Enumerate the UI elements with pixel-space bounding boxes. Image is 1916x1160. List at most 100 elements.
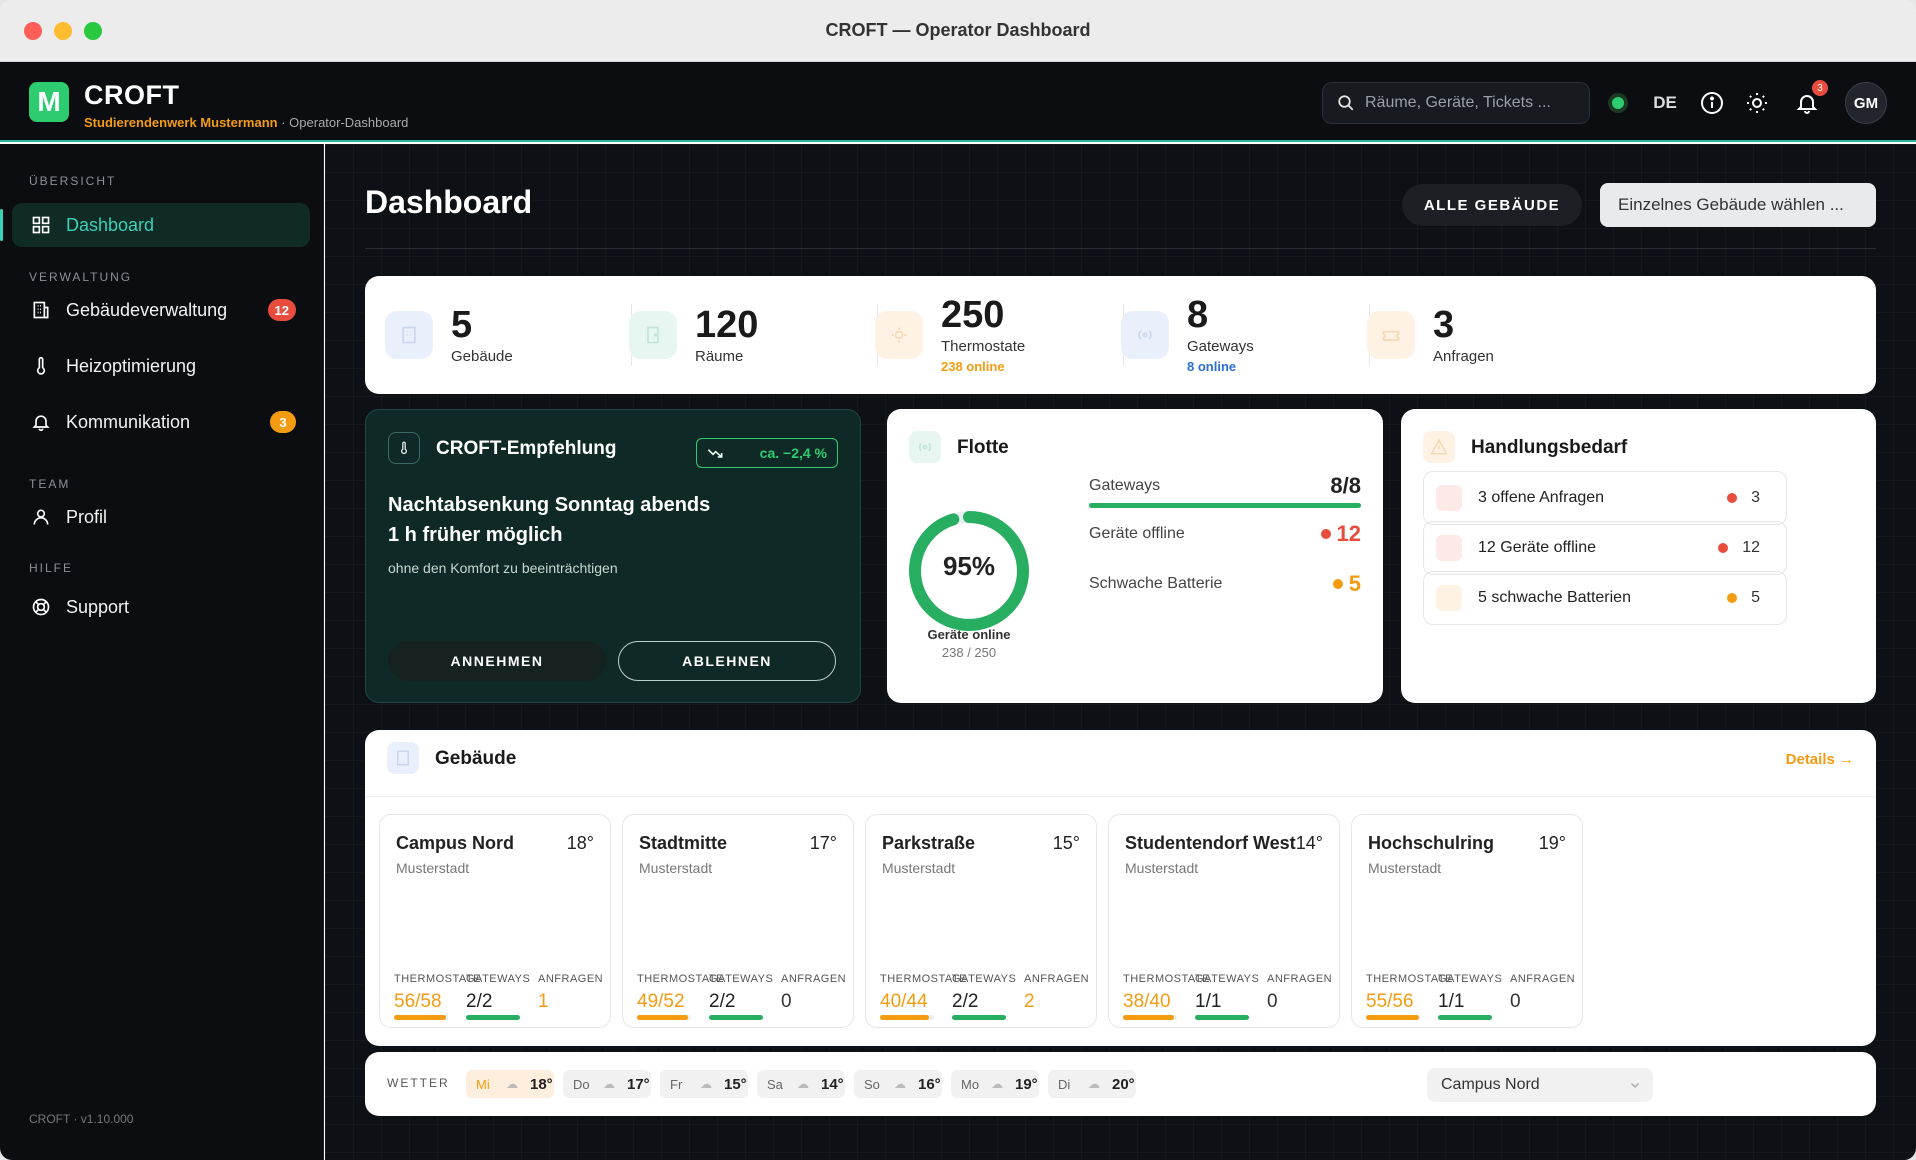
gateway-bar-fill [466, 1015, 520, 1020]
metric-header-requests: ANFRAGEN [1267, 973, 1333, 985]
door-icon [629, 311, 677, 359]
sidebar-item-dashboard[interactable]: Dashboard [0, 203, 310, 247]
thermostat-value: 40/44 [880, 991, 928, 1012]
divider [365, 796, 1876, 797]
building-temp: 14° [1295, 833, 1323, 853]
weather-cloud-icon: ☁ [700, 1077, 712, 1091]
gateway-value: 1/1 [1438, 991, 1465, 1012]
search-input[interactable]: Räume, Geräte, Tickets ... [1322, 82, 1590, 124]
buildings-title: Gebäude [435, 748, 517, 769]
app-header: M CROFT Studierendenwerk Mustermann · Op… [0, 62, 1916, 142]
weather-day[interactable]: Mo ☁ 19° [951, 1070, 1039, 1098]
notifications-button[interactable]: 3 [1792, 80, 1828, 124]
decline-button[interactable]: ABLEHNEN [618, 641, 836, 681]
thermostat-icon [875, 311, 923, 359]
sidebar-item-buildings[interactable]: Gebäudeverwaltung 12 [12, 288, 310, 332]
metric-header-requests: ANFRAGEN [1024, 973, 1090, 985]
close-window-button[interactable] [24, 22, 42, 40]
weather-day-temp: 14° [821, 1075, 844, 1093]
headline-line-1: Nachtabsenkung Sonntag abends [388, 494, 711, 516]
action-item-requests[interactable]: 3 offene Anfragen 3 [1423, 471, 1787, 525]
language-switch[interactable]: DE [1648, 82, 1682, 124]
recommendation-headline: Nachtabsenkung Sonntag abends 1 h früher … [388, 490, 710, 550]
window-title: CROFT — Operator Dashboard [825, 20, 1091, 40]
details-link[interactable]: Details → [1786, 751, 1854, 768]
user-icon [30, 506, 52, 528]
weather-day[interactable]: Do ☁ 17° [563, 1070, 651, 1098]
gateway-bar-fill [1438, 1015, 1492, 1020]
window-controls [24, 22, 102, 40]
theme-toggle[interactable] [1742, 82, 1772, 124]
all-buildings-button[interactable]: ALLE GEBÄUDE [1402, 184, 1582, 226]
weather-day[interactable]: Fr ☁ 15° [660, 1070, 748, 1098]
minimize-window-button[interactable] [54, 22, 72, 40]
fleet-row-battery: Schwache Batterie 5 [1089, 571, 1361, 597]
sidebar-item-support[interactable]: Support [12, 585, 310, 629]
weather-location-select[interactable]: Campus Nord [1427, 1068, 1653, 1102]
stat-label: Anfragen [1433, 347, 1494, 365]
sidebar-item-label: Support [66, 596, 130, 617]
chevron-down-icon [1630, 1082, 1640, 1089]
weather-day-name: Fr [670, 1076, 683, 1092]
stat-value: 5 [451, 303, 473, 346]
ticket-icon [1436, 485, 1462, 511]
main-content: Dashboard ALLE GEBÄUDE Einzelnes Gebäude… [325, 144, 1916, 1160]
weather-cloud-icon: ☁ [1088, 1077, 1100, 1091]
stat-extra: 8 online [1187, 359, 1237, 374]
request-value: 2 [1024, 991, 1035, 1012]
metric-header-gateways: GATEWAYS [466, 973, 531, 985]
building-card[interactable]: Stadtmitte 17° Musterstadt THERMOSTATE GATEW… [622, 814, 854, 1028]
building-temp: 17° [809, 833, 837, 853]
building-card[interactable]: Studentendorf West 14° Musterstadt THERMOST… [1108, 814, 1340, 1028]
building-city: Musterstadt [639, 860, 713, 876]
building-card[interactable]: Campus Nord 18° Musterstadt THERMOSTATE GATE… [379, 814, 611, 1028]
accept-button[interactable]: ANNEHMEN [388, 641, 606, 681]
weather-day[interactable]: Di ☁ 20° [1048, 1070, 1136, 1098]
fleet-row-label: Gateways [1089, 477, 1161, 494]
brand-name: CROFT [84, 80, 180, 110]
building-select[interactable]: Einzelnes Gebäude wählen ... [1600, 183, 1876, 227]
metric-header-gateways: GATEWAYS [1195, 973, 1260, 985]
sidebar-item-label: Gebäudeverwaltung [66, 299, 228, 320]
thermostat-bar-fill [394, 1015, 447, 1020]
building-temp: 15° [1052, 833, 1080, 853]
sidebar: ÜBERSICHT Dashboard VERWALTUNG Gebäudeve… [0, 144, 324, 1160]
gateway-bar-fill [952, 1015, 1006, 1020]
stat-extra: 238 online [941, 359, 1005, 374]
stat-value: 120 [695, 303, 759, 346]
search-placeholder: Räume, Geräte, Tickets ... [1365, 94, 1551, 111]
breadcrumb-page: · Operator-Dashboard [277, 115, 409, 130]
zoom-window-button[interactable] [84, 22, 102, 40]
title-bar: CROFT — Operator Dashboard [0, 0, 1916, 62]
user-menu[interactable]: GM [1845, 82, 1887, 124]
weather-day-temp: 20° [1112, 1075, 1135, 1093]
metric-header-gateways: GATEWAYS [952, 973, 1017, 985]
action-item-battery[interactable]: 5 schwache Batterien 5 [1423, 571, 1787, 625]
building-card[interactable]: Hochschulring 19° Musterstadt THERMOSTATE GA… [1351, 814, 1583, 1028]
stat-label: Gebäude [451, 347, 513, 365]
building-city: Musterstadt [882, 860, 956, 876]
request-value: 0 [1510, 991, 1521, 1012]
weather-day[interactable]: Sa ☁ 14° [757, 1070, 845, 1098]
info-button[interactable] [1697, 82, 1727, 124]
sidebar-item-profile[interactable]: Profil [12, 495, 310, 539]
weather-day-temp: 18° [530, 1075, 553, 1093]
action-needed-card: Handlungsbedarf 3 offene Anfragen 3 12 Ge… [1401, 409, 1876, 703]
action-label: 12 Geräte offline [1478, 539, 1597, 556]
status-dot [1727, 493, 1738, 503]
sidebar-item-communication[interactable]: Kommunikation 3 [12, 400, 310, 444]
weather-location: Campus Nord [1441, 1076, 1540, 1093]
gateway-icon [1121, 311, 1169, 359]
building-card[interactable]: Parkstraße 15° Musterstadt THERMOSTATE GATEW… [865, 814, 1097, 1028]
sidebar-item-heating[interactable]: Heizoptimierung [12, 344, 310, 388]
weather-day-temp: 16° [918, 1075, 941, 1093]
sidebar-item-label: Kommunikation [66, 411, 191, 432]
weather-cloud-icon: ☁ [797, 1077, 809, 1091]
weather-day[interactable]: So ☁ 16° [854, 1070, 942, 1098]
status-dot [1320, 529, 1331, 539]
action-item-offline[interactable]: 12 Geräte offline 12 [1423, 521, 1787, 575]
status-indicator [1608, 82, 1628, 124]
divider [365, 248, 1876, 249]
weather-day[interactable]: Mi ☁ 18° [466, 1070, 554, 1098]
weather-card: WETTER Mi ☁ 18° Do ☁ 17° Fr ☁ 15° Sa ☁ 14° So ☁ 16° Mo ☁… [365, 1052, 1876, 1116]
